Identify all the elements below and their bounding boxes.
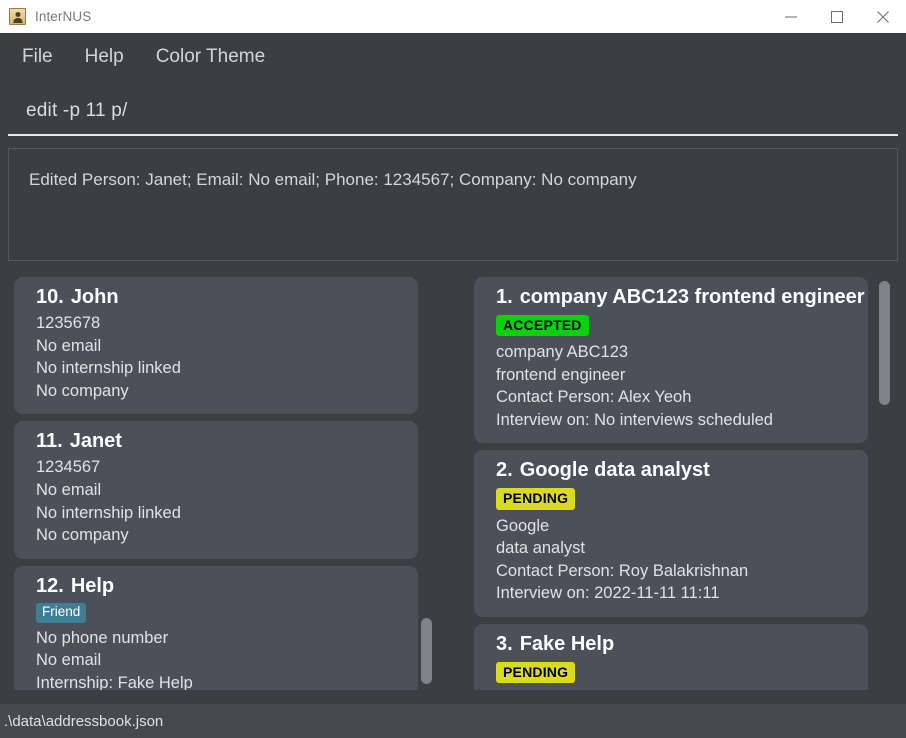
person-email: No email — [36, 480, 102, 499]
save-location-path: .\data\addressbook.json — [4, 712, 164, 730]
internship-contact: Contact Person: Roy Balakrishnan — [496, 561, 749, 580]
person-card[interactable]: 10. John 1235678 No email No internship l… — [14, 277, 418, 415]
person-card-index: 12. — [36, 574, 64, 597]
command-input-value[interactable]: edit -p 11 p/ — [26, 100, 128, 122]
internship-interview: Interview on: No interviews scheduled — [496, 410, 773, 429]
internship-card-name: Fake Help — [519, 632, 615, 655]
person-phone: 1235678 — [36, 314, 101, 332]
address-book-icon — [9, 8, 26, 25]
internship-card-index: 1. — [496, 286, 513, 308]
person-card[interactable]: 11. Janet 1234567 No email No internship … — [14, 421, 418, 559]
person-email: No email — [36, 336, 102, 355]
close-button[interactable] — [860, 0, 906, 33]
window-title: InterNUS — [35, 9, 92, 24]
person-company: No company — [36, 526, 129, 545]
menu-item-file[interactable]: File — [20, 44, 55, 70]
person-card[interactable]: 12. Help Friend No phone number No email … — [14, 565, 418, 690]
window-controls — [768, 0, 906, 33]
title-bar: InterNUS — [0, 0, 906, 33]
person-company: No company — [36, 381, 129, 400]
minimize-icon — [785, 16, 797, 17]
internship-card-title: 3. Fake Help — [496, 633, 854, 656]
internship-list-panel: 1. company ABC123 frontend engineer ACCEP… — [466, 271, 890, 690]
menu-bar: File Help Color Theme — [0, 33, 906, 80]
internship-card[interactable]: 1. company ABC123 frontend engineer ACCEP… — [474, 277, 868, 444]
person-card-index: 11. — [36, 430, 63, 453]
person-list-scrollbar[interactable] — [421, 618, 432, 684]
internship-card-title: 1. company ABC123 frontend engineer — [496, 286, 865, 309]
person-email: No email — [36, 651, 102, 670]
internship-interview: Interview on: 2022-11-11 11:11 — [496, 584, 720, 603]
internship-card-index: 2. — [496, 459, 513, 482]
person-card-title: 12. Help — [36, 575, 404, 598]
menu-item-help[interactable]: Help — [83, 44, 126, 70]
person-card-title: 10. John — [36, 286, 404, 309]
internship-card-index: 3. — [496, 632, 513, 655]
person-card-name: Help — [70, 574, 115, 597]
person-internship: Internship: Fake Help — [36, 673, 193, 690]
status-badge: PENDING — [496, 661, 576, 684]
title-bar-left: InterNUS — [0, 8, 91, 25]
internship-card-list[interactable]: 1. company ABC123 frontend engineer ACCEP… — [466, 271, 890, 690]
internship-contact: Contact Person: Alex Yeoh — [496, 388, 692, 407]
internship-role: data analyst — [496, 539, 585, 558]
internship-card[interactable]: 3. Fake Help PENDING Fake Help — [474, 623, 868, 690]
command-input[interactable]: edit -p 11 p/ — [8, 88, 898, 136]
person-internship: No internship linked — [36, 359, 181, 378]
result-display-wrapper: Edited Person: Janet; Email: No email; P… — [0, 136, 906, 261]
person-card-name: John — [70, 286, 119, 308]
main-panels: 10. John 1235678 No email No internship l… — [0, 261, 906, 690]
person-tag: Friend — [36, 602, 87, 623]
internship-card-title: 2. Google data analyst — [496, 459, 854, 482]
internship-company: Google — [496, 516, 550, 535]
internship-card-name: company ABC123 frontend engineer — [519, 286, 865, 308]
person-phone: 1234567 — [36, 458, 101, 477]
close-icon — [877, 10, 889, 23]
maximize-button[interactable] — [814, 0, 860, 33]
internship-role: frontend engineer — [496, 365, 626, 384]
result-display-text: Edited Person: Janet; Email: No email; P… — [29, 170, 637, 189]
maximize-icon — [831, 10, 843, 23]
application-window: InterNUS File Help Color Theme edit -p 1… — [0, 0, 906, 738]
person-card-index: 10. — [36, 286, 64, 308]
person-card-title: 11. Janet — [36, 430, 404, 453]
command-box-wrapper: edit -p 11 p/ — [0, 80, 906, 136]
status-bar: .\data\addressbook.json — [0, 704, 906, 738]
person-list-panel: 10. John 1235678 No email No internship l… — [8, 271, 432, 690]
person-card-name: Janet — [69, 430, 122, 453]
person-card-list[interactable]: 10. John 1235678 No email No internship l… — [8, 271, 432, 690]
internship-list-scrollbar[interactable] — [879, 281, 890, 405]
person-phone: No phone number — [36, 628, 169, 647]
internship-company: Fake — [496, 688, 854, 690]
status-badge: ACCEPTED — [496, 315, 589, 337]
status-badge: PENDING — [496, 488, 576, 510]
internship-card-name: Google data analyst — [519, 459, 710, 482]
internship-card[interactable]: 2. Google data analyst PENDING Google dat… — [474, 450, 868, 617]
minimize-button[interactable] — [768, 0, 814, 33]
result-display: Edited Person: Janet; Email: No email; P… — [8, 148, 898, 261]
internship-company: company ABC123 — [496, 343, 629, 362]
person-internship: No internship linked — [36, 503, 181, 522]
menu-item-color-theme[interactable]: Color Theme — [154, 44, 267, 70]
